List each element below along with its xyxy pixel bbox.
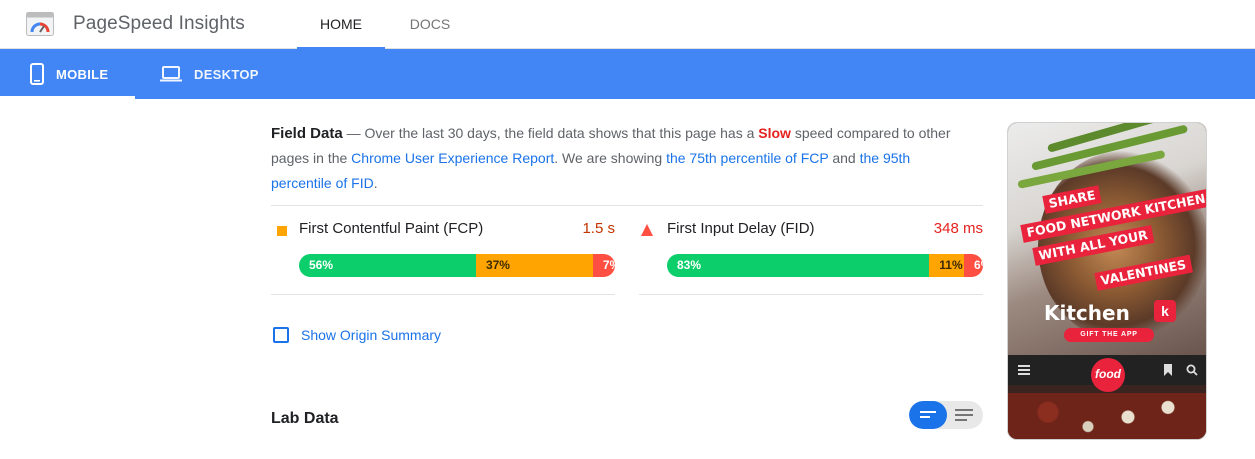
- field-data-heading: Field Data: [271, 125, 343, 142]
- crux-report-link[interactable]: Chrome User Experience Report: [351, 150, 554, 166]
- preview-food-logo: food: [1091, 358, 1125, 392]
- origin-summary-toggle[interactable]: Show Origin Summary: [273, 327, 441, 343]
- distribution-good: 56%: [299, 254, 476, 277]
- field-data-description: Field Data — Over the last 30 days, the …: [271, 121, 951, 196]
- metric-label: First Input Delay (FID): [667, 220, 815, 237]
- desc-prefix: — Over the last 30 days, the field data …: [342, 125, 759, 141]
- bookmark-icon: [1164, 364, 1172, 376]
- tab-mobile[interactable]: MOBILE: [0, 49, 135, 99]
- desc-and: and: [828, 150, 860, 166]
- distribution-average: 37%: [475, 254, 593, 277]
- tab-desktop[interactable]: DESKTOP: [160, 49, 280, 99]
- fcp-percentile-link[interactable]: the 75th percentile of FCP: [666, 150, 828, 166]
- pagespeed-logo-icon[interactable]: [26, 12, 54, 36]
- metric-value: 1.5 s: [582, 220, 615, 237]
- app-title: PageSpeed Insights: [73, 13, 245, 34]
- top-app-bar: PageSpeed Insights HOME DOCS: [0, 0, 1255, 49]
- metric-label: First Contentful Paint (FCP): [299, 220, 484, 237]
- tab-home[interactable]: HOME: [297, 0, 385, 49]
- tab-mobile-label: MOBILE: [56, 66, 109, 82]
- search-icon: [1186, 364, 1198, 376]
- tab-docs[interactable]: DOCS: [398, 0, 462, 49]
- list-view-icon[interactable]: [955, 408, 973, 422]
- desc-showing: . We are showing: [554, 150, 667, 166]
- metric-fcp: First Contentful Paint (FCP) 1.5 s 56% 3…: [271, 206, 615, 295]
- view-toggle[interactable]: [909, 401, 983, 429]
- distribution-average: 11%: [929, 254, 965, 277]
- preview-ok-badge: k: [1154, 300, 1176, 322]
- distribution-slow: 7%: [592, 254, 615, 277]
- origin-summary-label[interactable]: Show Origin Summary: [301, 327, 441, 343]
- slow-triangle-icon: [641, 224, 653, 236]
- tab-desktop-label: DESKTOP: [194, 66, 259, 82]
- preview-navbar: food: [1008, 355, 1206, 392]
- distribution-good: 83%: [667, 254, 930, 277]
- compact-view-icon[interactable]: [920, 410, 936, 420]
- origin-summary-checkbox[interactable]: [273, 327, 289, 343]
- menu-icon: [1018, 365, 1030, 375]
- distribution-bar: 83% 11% 6%: [667, 254, 983, 277]
- speed-category: Slow: [758, 125, 791, 141]
- preview-food-photo: [1008, 393, 1206, 439]
- preview-cta: GIFT THE APP: [1064, 328, 1154, 342]
- metric-fid: First Input Delay (FID) 348 ms 83% 11% 6…: [639, 206, 983, 295]
- preview-brand: Kitchen: [1044, 301, 1130, 325]
- distribution-bar: 56% 37% 7%: [299, 254, 615, 277]
- desc-end: .: [373, 175, 378, 191]
- page-screenshot-thumbnail: SHARE FOOD NETWORK KITCHEN WITH ALL YOUR…: [1007, 122, 1207, 440]
- laptop-icon: [160, 66, 182, 82]
- device-tab-bar: MOBILE DESKTOP: [0, 49, 1255, 99]
- distribution-slow: 6%: [964, 254, 983, 277]
- metric-value: 348 ms: [933, 220, 983, 237]
- average-square-icon: [277, 226, 287, 236]
- lab-data-heading: Lab Data: [271, 410, 339, 427]
- smartphone-icon: [30, 63, 44, 85]
